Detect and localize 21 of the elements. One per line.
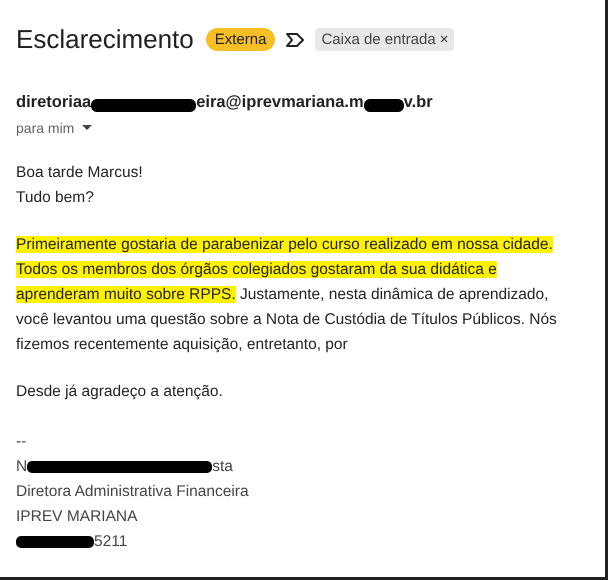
sender-address-part: eira@iprevmariana.m — [196, 93, 364, 112]
label-text: Caixa de entrada — [321, 31, 436, 48]
signature-line: -- — [16, 432, 26, 452]
external-badge: Externa — [206, 28, 276, 51]
greeting-line: Boa tarde Marcus! — [16, 163, 143, 183]
signature-line: 5211 — [94, 532, 128, 552]
signature-line: N — [16, 457, 28, 477]
sender-address-part: v.br — [404, 93, 433, 112]
remove-label-button[interactable]: × — [440, 31, 448, 48]
signature-line: sta — [212, 457, 233, 477]
label-icon[interactable] — [285, 32, 306, 48]
email-paragraph: Primeiramente gostaria de parabenizar pelo curso realizado em nossa cidade. Todos os membros dos órgãos colegiados gostaram da sua didática e aprenderam muito sobre RPPS. Justamente, nesta dinâmica de aprendizado, você levantou uma questão sobre a Nota de Custódia de Títulos Públicos. Nós fizemos recentemente aquisição, entretanto, por — [16, 235, 558, 355]
caret-icon[interactable] — [82, 125, 92, 131]
email-subject: Esclarecimento — [16, 24, 194, 55]
redaction-mark — [364, 98, 404, 112]
recipient-text: para mim — [16, 120, 74, 136]
sender-address-part: diretoriaa — [16, 93, 92, 112]
signature-line: Diretora Administrativa Financeira — [16, 482, 249, 502]
greeting-line: Tudo bem? — [16, 188, 94, 208]
signature-line: IPREV MARIANA — [16, 507, 138, 527]
closing-text: Desde já agradeço a atenção. — [16, 382, 224, 402]
